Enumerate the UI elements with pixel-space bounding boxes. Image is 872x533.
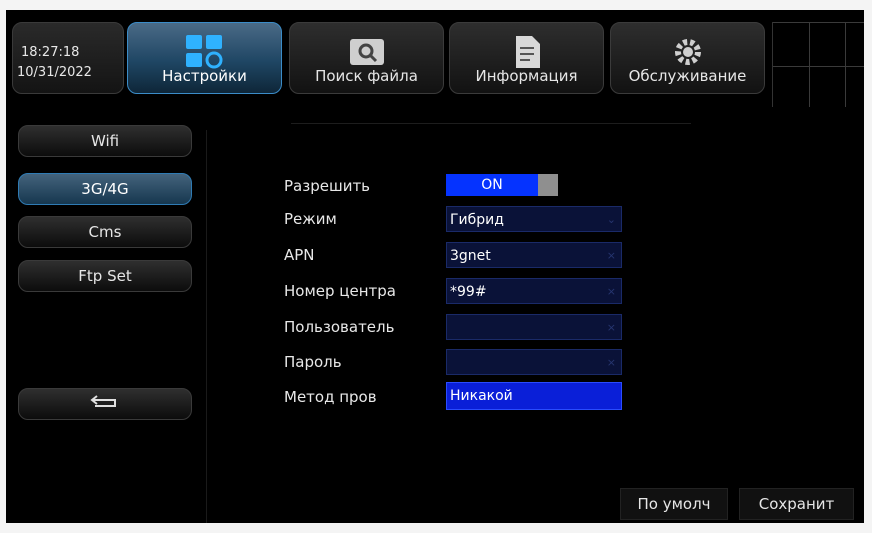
clear-icon[interactable]: × [607,279,616,305]
back-button[interactable] [18,388,192,420]
toggle-knob [538,174,558,196]
preview-grid [772,22,864,107]
center-number-label: Номер центра [284,282,396,300]
password-field[interactable]: × [446,349,622,375]
clock-time: 18:27:18 [21,45,80,60]
clock: 18:27:18 10/31/2022 [12,22,124,94]
auth-method-value: Никакой [450,388,513,404]
tab-settings[interactable]: Настройки [127,22,282,94]
user-label: Пользователь [284,318,395,336]
password-label: Пароль [284,353,342,371]
save-button[interactable]: Сохранит [739,488,854,520]
back-arrow-icon [85,395,125,413]
sidebar-divider [206,130,207,523]
tab-file-search-label: Поиск файла [315,67,418,85]
clear-icon[interactable]: × [607,243,616,269]
clear-icon[interactable]: × [607,315,616,341]
center-number-field[interactable]: *99# × [446,278,622,304]
auth-method-select[interactable]: Никакой [446,382,622,410]
tab-information[interactable]: Информация [449,22,604,94]
center-number-value: *99# [450,284,487,300]
chevron-down-icon: ⌄ [606,213,616,226]
screen: 18:27:18 10/31/2022 Настройки Поиск файл… [6,10,864,523]
header-divider [291,123,691,124]
tab-file-search[interactable]: Поиск файла [289,22,444,94]
auth-method-label: Метод пров [284,388,377,406]
tab-maintenance[interactable]: Обслуживание [610,22,765,94]
enable-toggle-value: ON [481,177,503,193]
mode-value: Гибрид [450,212,504,228]
user-field[interactable]: × [446,314,622,340]
tab-settings-label: Настройки [162,67,247,85]
tab-information-label: Информация [475,67,578,85]
sidebar-item-3g4g[interactable]: 3G/4G [18,173,192,205]
sidebar-item-wifi[interactable]: Wifi [18,125,192,157]
mode-label: Режим [284,210,337,228]
apn-value: 3gnet [450,248,491,264]
sidebar-item-ftp-set[interactable]: Ftp Set [18,260,192,292]
clear-icon[interactable]: × [607,350,616,376]
enable-label: Разрешить [284,177,371,195]
sidebar-item-cms[interactable]: Cms [18,216,192,248]
mode-select[interactable]: Гибрид ⌄ [446,206,622,232]
default-button[interactable]: По умолч [620,488,728,520]
clock-date: 10/31/2022 [17,65,92,80]
tab-maintenance-label: Обслуживание [628,67,747,85]
apn-field[interactable]: 3gnet × [446,242,622,268]
enable-toggle[interactable]: ON [446,174,558,196]
apn-label: APN [284,246,315,264]
